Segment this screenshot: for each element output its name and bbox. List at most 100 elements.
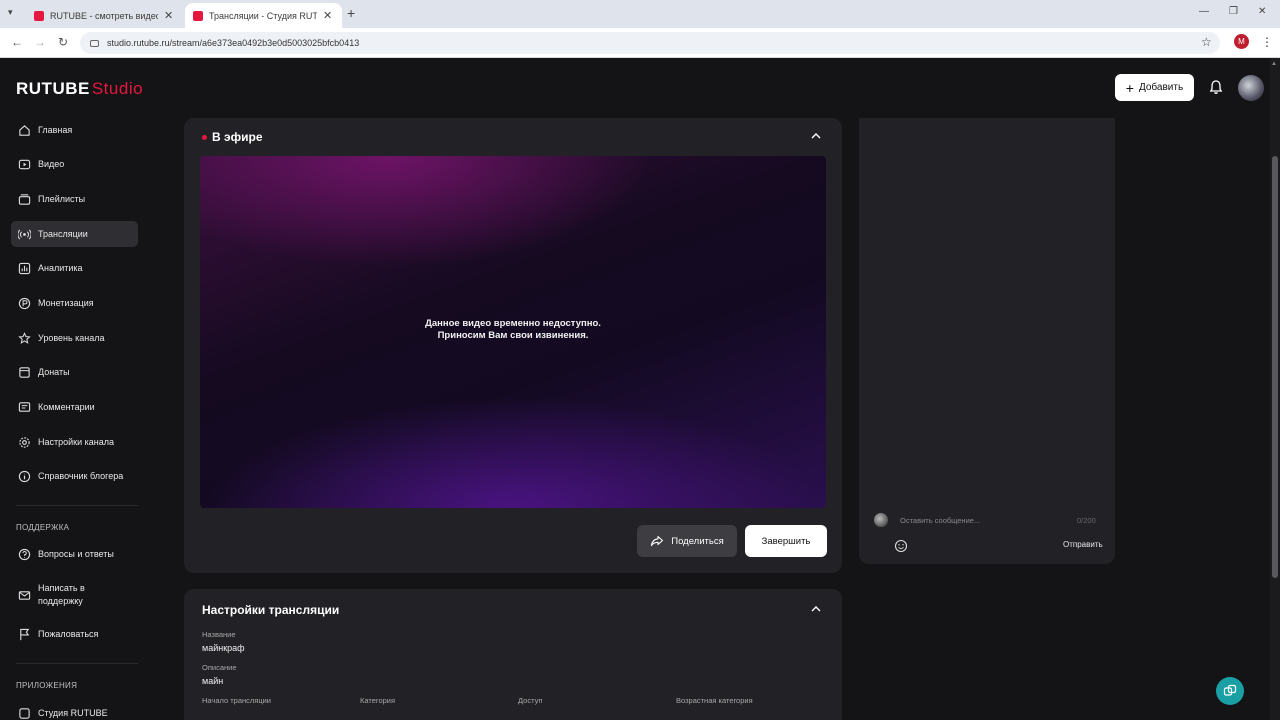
- access-label: Доступ: [518, 696, 543, 705]
- sidebar-item-analytics[interactable]: Аналитика: [11, 255, 138, 281]
- sidebar-item-studio-app[interactable]: Студия RUTUBE: [11, 700, 138, 720]
- sidebar-item-label: Уровень канала: [38, 333, 105, 343]
- add-button[interactable]: + Добавить: [1115, 74, 1194, 101]
- chevron-up-icon[interactable]: [810, 130, 822, 142]
- new-tab-icon[interactable]: +: [347, 5, 355, 21]
- chat-char-counter: 0/200: [1077, 516, 1096, 525]
- live-title-text: В эфире: [212, 130, 263, 144]
- chat-panel: Оставить сообщение... 0/200 Отправить: [859, 118, 1115, 564]
- sidebar-item-channel-settings[interactable]: Настройки канала: [11, 429, 138, 455]
- sidebar-item-label: Пожаловаться: [38, 629, 99, 639]
- sidebar-item-label-line1: Написать в: [38, 583, 85, 593]
- browser-tab-studio[interactable]: Трансляции - Студия RUTUBE ✕: [185, 3, 342, 28]
- chat-message-input[interactable]: Оставить сообщение...: [900, 516, 980, 525]
- site-info-icon[interactable]: [90, 39, 99, 47]
- emoji-icon[interactable]: [894, 539, 908, 553]
- sidebar-item-broadcasts[interactable]: Трансляции: [11, 221, 138, 247]
- sidebar-item-write-support[interactable]: Написать в поддержку: [11, 578, 138, 612]
- sidebar-item-label: Монетизация: [38, 298, 94, 308]
- sidebar-item-donations[interactable]: Донаты: [11, 359, 138, 385]
- info-icon: [17, 469, 31, 483]
- live-panel: В эфире Данное видео временно недоступно…: [184, 118, 842, 573]
- end-stream-button[interactable]: Завершить: [745, 525, 827, 557]
- chevron-up-icon[interactable]: [810, 603, 822, 615]
- close-window-icon[interactable]: ✕: [1258, 6, 1266, 17]
- logo-rutube-text: RUTUBE: [16, 79, 90, 98]
- minimize-icon[interactable]: —: [1199, 6, 1209, 17]
- player-message-line2: Приносим Вам свои извинения.: [437, 330, 589, 341]
- video-icon: [17, 157, 31, 171]
- share-icon: [651, 535, 664, 547]
- support-section-title: ПОДДЕРЖКА: [16, 523, 70, 532]
- help-icon: [17, 547, 31, 561]
- rutube-favicon-icon: [34, 10, 44, 21]
- sidebar-item-label-line2: поддержку: [38, 596, 83, 606]
- browser-tab-title: Трансляции - Студия RUTUBE: [209, 10, 317, 21]
- user-avatar[interactable]: [1238, 75, 1264, 101]
- video-player[interactable]: Данное видео временно недоступно. Принос…: [200, 156, 826, 508]
- live-title: В эфире: [202, 130, 263, 144]
- age-category-label: Возрастная категория: [676, 696, 753, 705]
- bookmark-star-icon[interactable]: ☆: [1201, 35, 1212, 49]
- sidebar-item-label: Справочник блогера: [38, 471, 124, 481]
- sidebar-item-playlists[interactable]: Плейлисты: [11, 186, 138, 212]
- sidebar-item-channel-level[interactable]: Уровень канала: [11, 325, 138, 351]
- flag-icon: [17, 627, 31, 641]
- scrollbar-thumb[interactable]: [1272, 156, 1278, 578]
- live-dot-icon: [202, 134, 207, 140]
- chat-user-avatar: [874, 513, 888, 527]
- chat-send-button[interactable]: Отправить: [1063, 540, 1103, 549]
- sidebar-item-label: Главная: [38, 125, 73, 135]
- browser-menu-icon[interactable]: ⋮: [1261, 35, 1273, 49]
- reload-icon[interactable]: ↻: [58, 35, 68, 49]
- mail-icon: [17, 588, 31, 602]
- plus-icon: +: [1125, 79, 1134, 96]
- share-button-label: Поделиться: [671, 535, 724, 547]
- sidebar-item-video[interactable]: Видео: [11, 151, 138, 177]
- settings-title: Настройки трансляции: [202, 603, 340, 617]
- sidebar-item-faq[interactable]: Вопросы и ответы: [11, 541, 138, 567]
- close-tab-icon[interactable]: ✕: [164, 9, 173, 22]
- rutube-studio-logo[interactable]: RUTUBE Studio: [16, 79, 143, 99]
- profile-avatar[interactable]: M: [1234, 34, 1249, 49]
- sidebar-item-label: Вопросы и ответы: [38, 549, 114, 559]
- bell-icon[interactable]: [1208, 79, 1224, 95]
- analytics-icon: [17, 261, 31, 275]
- apps-section-title: ПРИЛОЖЕНИЯ: [16, 681, 78, 690]
- sidebar-item-label: Видео: [38, 159, 65, 169]
- sidebar-item-report[interactable]: Пожаловаться: [11, 621, 138, 647]
- scroll-up-arrow-icon[interactable]: ▲: [1271, 61, 1277, 67]
- description-label: Описание: [202, 663, 237, 672]
- sidebar-divider: [16, 505, 138, 506]
- stream-settings-panel: Настройки трансляции Название майнкраф О…: [184, 589, 842, 720]
- sidebar-item-monetization[interactable]: Монетизация: [11, 290, 138, 316]
- sidebar-item-blogger-guide[interactable]: Справочник блогера: [11, 463, 138, 489]
- sidebar-item-label: Написать в поддержку: [38, 582, 85, 608]
- url-field[interactable]: studio.rutube.ru/stream/a6e373ea0492b3e0…: [80, 32, 1220, 54]
- category-label: Категория: [360, 696, 396, 705]
- home-icon: [17, 123, 31, 137]
- browser-tab-rutube[interactable]: RUTUBE - смотреть видео онлайн ✕: [26, 3, 183, 28]
- gear-icon: [17, 435, 31, 449]
- broadcast-icon: [17, 227, 31, 241]
- support-chat-icon: [1223, 684, 1237, 696]
- sidebar-item-home[interactable]: Главная: [11, 117, 138, 143]
- playlist-icon: [17, 192, 31, 206]
- browser-address-bar: ← → ↻ studio.rutube.ru/stream/a6e373ea04…: [0, 28, 1280, 58]
- name-label: Название: [202, 630, 236, 639]
- close-tab-icon[interactable]: ✕: [323, 9, 332, 22]
- maximize-icon[interactable]: ❐: [1229, 6, 1238, 17]
- app-icon: [17, 706, 31, 720]
- sidebar-item-label: Трансляции: [38, 229, 88, 239]
- support-chat-button[interactable]: [1216, 677, 1244, 705]
- back-icon[interactable]: ←: [11, 35, 23, 49]
- forward-icon[interactable]: →: [34, 35, 46, 49]
- player-unavailable-message: Данное видео временно недоступно. Принос…: [200, 318, 826, 342]
- add-button-label: Добавить: [1138, 82, 1184, 93]
- player-message-line1: Данное видео временно недоступно.: [425, 318, 601, 329]
- description-value: майн: [202, 676, 224, 686]
- sidebar-item-label: Комментарии: [38, 402, 95, 412]
- tab-search-icon[interactable]: ▾: [8, 7, 13, 18]
- sidebar-item-comments[interactable]: Комментарии: [11, 394, 138, 420]
- share-button[interactable]: Поделиться: [637, 525, 737, 557]
